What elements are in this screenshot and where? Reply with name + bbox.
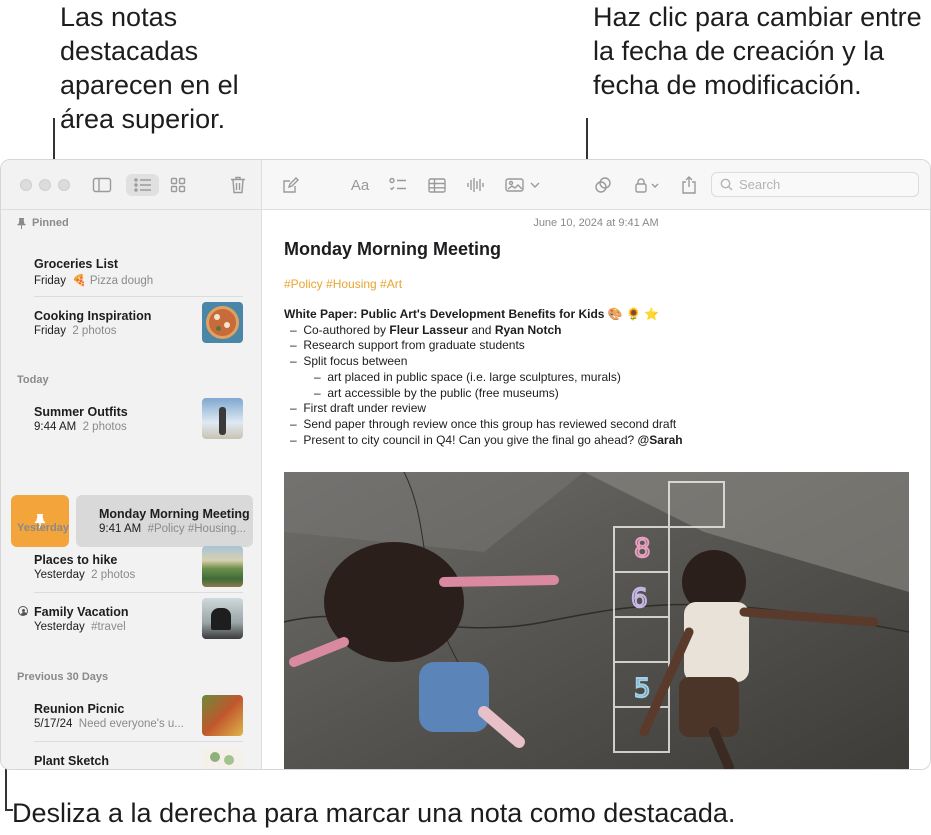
zoom-window-button[interactable] — [58, 179, 70, 191]
callout-swipe: Desliza a la derecha para marcar una not… — [12, 798, 736, 828]
note-row-groceries[interactable]: Groceries List Friday 🍕 Pizza dough — [34, 257, 243, 287]
note-date: 9:44 AM — [34, 421, 77, 433]
notes-list: Pinned Groceries List Friday 🍕 Pizza dou… — [1, 210, 262, 769]
note-editor[interactable]: June 10, 2024 at 9:41 AM Monday Morning … — [262, 210, 930, 769]
pin-note-button[interactable] — [11, 495, 69, 547]
yesterday-section-header: Yesterday — [17, 522, 69, 534]
landscape-thumbnail — [202, 546, 243, 587]
svg-text:6: 6 — [631, 584, 648, 614]
note-date: Yesterday — [34, 621, 85, 633]
sidebar-icon[interactable] — [91, 174, 113, 196]
minimize-window-button[interactable] — [39, 179, 51, 191]
callout-pinned-area: Las notas destacadas aparecen en el área… — [60, 2, 239, 134]
search-placeholder: Search — [739, 177, 781, 192]
lock-icon[interactable] — [633, 174, 663, 196]
notes-window: Aa Search Pinned Groceries List Friday 🍕… — [0, 159, 931, 770]
list-item: – Co-authored by Fleur Lasseur and Ryan … — [290, 322, 562, 337]
compose-icon[interactable] — [280, 174, 300, 196]
vacation-thumbnail — [202, 598, 243, 639]
callout-date-toggle: Haz clic para cambiar entre la fecha de … — [593, 2, 922, 100]
toolbar-right: Aa Search — [262, 160, 930, 210]
list-item: – Split focus between — [290, 354, 408, 369]
previous-30-days-header: Previous 30 Days — [17, 671, 109, 683]
note-date: 5/17/24 — [34, 718, 73, 730]
svg-text:8: 8 — [634, 534, 651, 564]
note-tags[interactable]: #Policy #Housing #Art — [284, 277, 402, 291]
note-title: Groceries List — [34, 257, 119, 271]
list-divider — [34, 741, 243, 742]
table-icon[interactable] — [427, 174, 447, 196]
toolbar-left — [1, 160, 262, 210]
list-item: – Send paper through review once this gr… — [290, 416, 677, 431]
list-item: – Present to city council in Q4! Can you… — [290, 432, 683, 447]
toolbar: Aa Search — [1, 160, 930, 210]
list-item: – First draft under review — [290, 401, 427, 416]
note-date: Yesterday — [34, 569, 85, 581]
mention-sarah[interactable]: @Sarah — [638, 433, 683, 447]
note-row-monday-meeting[interactable]: Monday Morning Meeting 9:41 AM #Policy #… — [76, 495, 253, 547]
media-icon[interactable] — [504, 174, 542, 196]
collaborate-icon[interactable] — [593, 174, 613, 196]
trash-icon[interactable] — [228, 174, 248, 196]
list-item: – Research support from graduate student… — [290, 338, 525, 353]
note-preview: 2 photos — [72, 325, 117, 337]
pin-icon — [17, 217, 26, 229]
mention-name: Ryan Notch — [494, 322, 562, 337]
note-preview: 🍕 Pizza dough — [72, 275, 154, 287]
note-date: Friday — [34, 275, 66, 287]
note-title: Monday Morning Meeting — [99, 507, 250, 521]
gallery-view-icon[interactable] — [168, 174, 188, 196]
note-preview: #travel — [91, 621, 126, 633]
close-window-button[interactable] — [20, 179, 32, 191]
note-date: Friday — [34, 325, 66, 337]
leader-line-swipe-tick — [5, 809, 13, 811]
hopscotch-kids-photo: 8 6 5 — [284, 472, 909, 769]
note-title-heading: Monday Morning Meeting — [284, 239, 501, 259]
list-view-icon[interactable] — [126, 174, 159, 196]
note-date: 9:41 AM — [99, 523, 142, 535]
sketch-thumbnail — [202, 747, 243, 769]
search-icon — [720, 178, 733, 191]
pinned-section-header: Pinned — [17, 217, 69, 229]
list-divider — [34, 592, 243, 593]
pizza-thumbnail — [202, 302, 243, 343]
format-icon[interactable]: Aa — [349, 174, 371, 196]
list-item: – art placed in public space (i.e. large… — [314, 369, 621, 384]
share-icon[interactable] — [679, 174, 699, 196]
note-body: White Paper: Public Art's Development Be… — [284, 307, 683, 448]
list-divider — [34, 296, 243, 297]
shared-person-icon — [18, 606, 28, 616]
picnic-thumbnail — [202, 695, 243, 736]
search-input[interactable]: Search — [711, 172, 919, 197]
note-photo[interactable]: 8 6 5 — [284, 472, 909, 769]
note-subheading: White Paper: Public Art's Development Be… — [284, 307, 660, 321]
note-preview: 2 photos — [82, 421, 127, 433]
svg-text:5: 5 — [634, 674, 651, 704]
outfit-thumbnail — [202, 398, 243, 439]
note-preview: Need everyone's u... — [78, 718, 184, 730]
today-section-header: Today — [17, 374, 49, 386]
audio-icon[interactable] — [465, 174, 485, 196]
note-date-header[interactable]: June 10, 2024 at 9:41 AM — [262, 217, 930, 229]
checklist-icon[interactable] — [388, 174, 408, 196]
mention-name: Fleur Lasseur — [389, 322, 469, 337]
note-preview: 2 photos — [91, 569, 136, 581]
note-preview: #Policy #Housing... — [147, 523, 247, 535]
list-item: – art accessible by the public (free mus… — [314, 385, 559, 400]
